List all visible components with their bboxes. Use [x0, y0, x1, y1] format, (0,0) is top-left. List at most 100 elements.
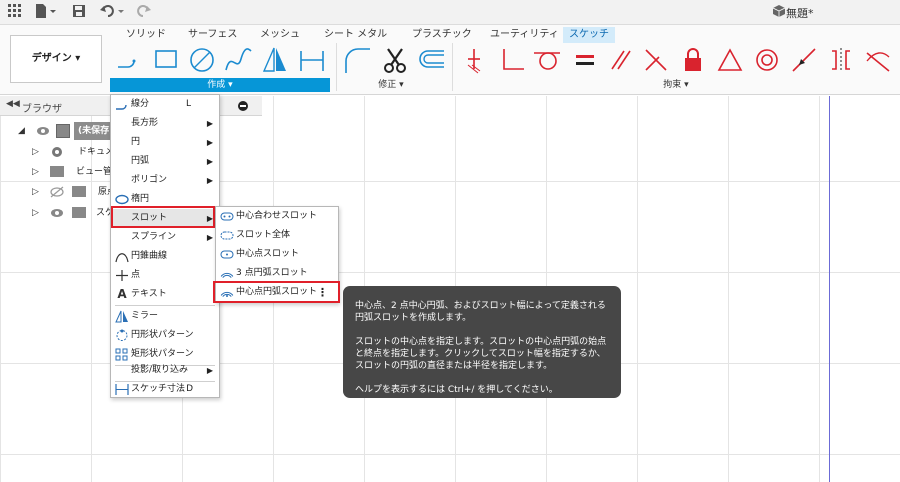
dimension-tool-icon[interactable]: [297, 45, 327, 75]
folder-icon: [50, 166, 64, 177]
expand-triangle-icon[interactable]: ▷: [32, 204, 39, 222]
submenu-item-center-to-center-slot[interactable]: 中心合わせスロット: [216, 207, 338, 226]
expand-triangle-icon[interactable]: ▷: [32, 163, 39, 181]
slot-submenu: 中心合わせスロット スロット全体 中心点スロット 3 点円弧スロット 中心点円弧…: [215, 206, 339, 303]
menu-item-project-include[interactable]: 投影/取り込み ▶: [111, 361, 219, 380]
menu-item-line[interactable]: 線分 L: [111, 95, 219, 114]
tree-item-origin[interactable]: ▷ 原点: [32, 183, 116, 201]
center-slot-icon: [220, 210, 234, 223]
conic-icon: [115, 250, 129, 263]
point-icon: [115, 269, 129, 282]
tree-item-view[interactable]: ▷ ビュー管理: [32, 163, 121, 181]
redo-icon[interactable]: [134, 4, 154, 21]
trim-scissors-icon[interactable]: [380, 45, 410, 75]
expand-triangle-icon[interactable]: ◢: [18, 122, 25, 140]
submenu-item-center-point-slot[interactable]: 中心点スロット: [216, 245, 338, 264]
expand-triangle-icon[interactable]: ▷: [32, 183, 39, 201]
app-grid-icon[interactable]: [8, 4, 22, 21]
concentric-constraint-icon[interactable]: [752, 45, 782, 75]
submenu-item-three-point-arc-slot[interactable]: 3 点円弧スロット: [216, 264, 338, 283]
collapse-arrows-icon[interactable]: ◀◀: [6, 99, 20, 109]
expand-triangle-icon[interactable]: ▷: [32, 143, 39, 161]
center-point-slot-icon: [220, 248, 234, 261]
undo-icon[interactable]: [100, 4, 128, 21]
parallel-constraint-icon[interactable]: [606, 45, 636, 75]
spline-tool-icon[interactable]: [223, 45, 253, 75]
menu-item-text[interactable]: A テキスト: [111, 285, 219, 304]
rect-pattern-icon: [115, 348, 129, 361]
offset-tool-icon[interactable]: [416, 45, 446, 75]
workspace-design-button[interactable]: デザイン ▾: [10, 35, 102, 83]
submenu-arrow-icon: ▶: [206, 233, 213, 242]
menu-item-conic[interactable]: 円錐曲線: [111, 247, 219, 266]
line-icon: [115, 98, 129, 111]
tab-plastic[interactable]: プラスチック: [406, 27, 478, 43]
tree-item-document[interactable]: ▷ ドキュメント: [32, 143, 132, 161]
create-group-dropdown[interactable]: 作成 ▾: [110, 78, 330, 92]
tooltip-instructions: スロットの中心点を指定します。スロットの中心点円弧の始点と終点を指定します。クリ…: [355, 337, 607, 371]
eye-icon[interactable]: [50, 207, 64, 226]
tree-item-root[interactable]: ◢ (未保存): [18, 122, 118, 140]
submenu-item-overall-slot[interactable]: スロット全体: [216, 226, 338, 245]
horizontal-constraint-icon[interactable]: [462, 45, 492, 75]
tab-mesh[interactable]: メッシュ: [254, 27, 306, 43]
menu-item-polygon[interactable]: ポリゴン ▶: [111, 171, 219, 190]
dimension-icon: [115, 383, 129, 396]
submenu-arrow-icon: ▶: [206, 366, 213, 375]
more-options-icon[interactable]: ⋮: [317, 283, 328, 302]
file-icon[interactable]: [35, 4, 57, 21]
tangent-constraint-icon[interactable]: [532, 45, 562, 75]
symmetry-constraint-icon[interactable]: [826, 45, 856, 75]
rectangle-tool-icon[interactable]: [150, 45, 180, 75]
panel-minimize-icon[interactable]: [238, 101, 248, 111]
equal-constraint-icon[interactable]: [570, 45, 600, 75]
create-dropdown-menu: 線分 L 長方形 ▶ 円 ▶ 円弧 ▶ ポリゴン ▶ 楕円 スロット ▶ スプラ…: [110, 94, 220, 398]
menu-item-slot[interactable]: スロット ▶: [111, 209, 219, 228]
constraints-group-dropdown[interactable]: 拘束 ▾: [452, 78, 900, 92]
menu-item-ellipse[interactable]: 楕円: [111, 190, 219, 209]
menu-item-sketch-dimension[interactable]: スケッチ寸法 D: [111, 380, 219, 399]
curvature-constraint-icon[interactable]: [863, 45, 893, 75]
modify-group-dropdown[interactable]: 修正 ▾: [336, 78, 446, 92]
mirror-icon: [115, 310, 129, 323]
center-point-arc-slot-icon: [220, 286, 234, 299]
tooltip-description: 中心点、2 点中心円弧、およびスロット幅によって定義される円弧スロットを作成しま…: [355, 301, 606, 323]
mirror-triangle-tool-icon[interactable]: [260, 45, 290, 75]
submenu-arrow-icon: ▶: [206, 119, 213, 128]
menu-item-point[interactable]: 点: [111, 266, 219, 285]
tooltip-help-hint: ヘルプを表示するには Ctrl+/ を押してください。: [355, 385, 558, 395]
menu-item-rectangle[interactable]: 長方形 ▶: [111, 114, 219, 133]
tab-utility[interactable]: ユーティリティ: [484, 27, 565, 43]
circular-pattern-icon: [115, 329, 129, 342]
eye-icon[interactable]: [36, 125, 50, 144]
submenu-arrow-icon: ▶: [206, 214, 213, 223]
tab-surface[interactable]: サーフェス: [182, 27, 243, 43]
circle-tool-icon[interactable]: [187, 45, 217, 75]
tab-sketch[interactable]: スケッチ: [563, 27, 615, 43]
coincident-constraint-icon[interactable]: [641, 45, 671, 75]
top-bar: 無題*: [0, 0, 900, 25]
tree-item-sketch[interactable]: ▷ スケッチ: [32, 204, 132, 222]
perpendicular-constraint-icon[interactable]: [498, 45, 528, 75]
menu-item-circular-pattern[interactable]: 円形状パターン: [111, 326, 219, 345]
menu-item-arc[interactable]: 円弧 ▶: [111, 152, 219, 171]
component-icon: [56, 124, 70, 138]
eye-hidden-icon[interactable]: [49, 186, 65, 205]
submenu-arrow-icon: ▶: [206, 138, 213, 147]
midpoint-constraint-icon[interactable]: [789, 45, 819, 75]
browser-title: ブラウザ: [22, 104, 62, 115]
submenu-arrow-icon: ▶: [206, 176, 213, 185]
triangle-constraint-icon[interactable]: [715, 45, 745, 75]
menu-item-spline[interactable]: スプライン ▶: [111, 228, 219, 247]
line-tool-icon[interactable]: [115, 45, 145, 75]
save-icon[interactable]: [72, 4, 86, 21]
menu-item-mirror[interactable]: ミラー: [111, 307, 219, 326]
tab-solid[interactable]: ソリッド: [120, 27, 172, 43]
submenu-item-center-point-arc-slot[interactable]: 中心点円弧スロット ⋮: [216, 283, 338, 302]
folder-icon: [72, 207, 86, 218]
menu-item-circle[interactable]: 円 ▶: [111, 133, 219, 152]
fillet-tool-icon[interactable]: [342, 45, 372, 75]
tab-sheet-metal[interactable]: シート メタル: [318, 27, 393, 43]
fix-lock-icon[interactable]: [678, 45, 708, 75]
three-point-arc-slot-icon: [220, 267, 234, 280]
